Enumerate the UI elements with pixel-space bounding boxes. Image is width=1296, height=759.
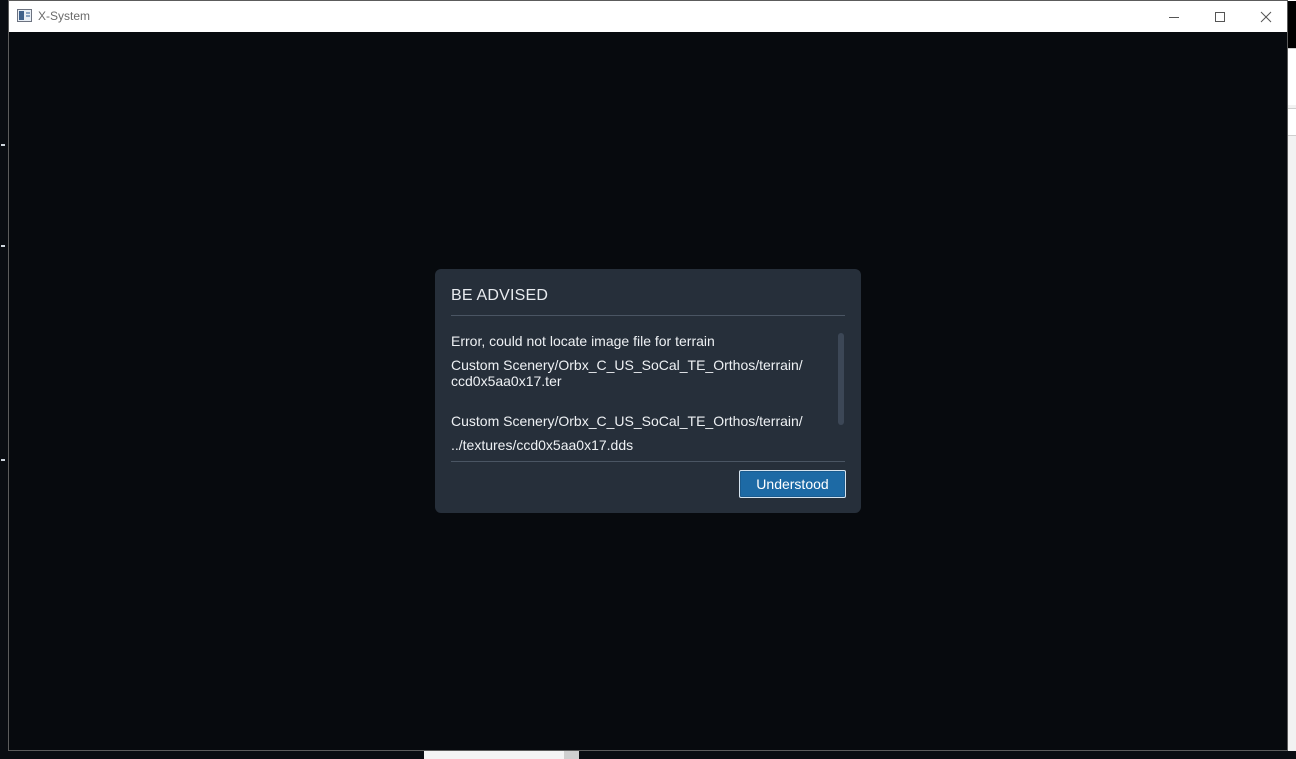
window-title: X-System <box>38 9 91 23</box>
desktop-fragment <box>1 245 5 247</box>
desktop-background-right <box>1288 0 1296 759</box>
title-bar[interactable]: X-System <box>9 1 1287 32</box>
desktop-background-bottom <box>0 751 1296 759</box>
maximize-button[interactable] <box>1197 1 1243 32</box>
viewport: BE ADVISED Error, could not locate image… <box>9 32 1287 750</box>
message-line: ../textures/ccd0x5aa0x17.dds <box>451 437 634 453</box>
minimize-icon <box>1169 16 1179 18</box>
understood-button[interactable]: Understood <box>739 470 846 498</box>
app-icon <box>17 9 32 22</box>
background-window-fragment <box>424 751 579 759</box>
desktop-fragment <box>1288 0 1296 48</box>
close-icon <box>1260 11 1272 22</box>
app-window: X-System BE ADVISED Error, could not loc… <box>8 0 1288 751</box>
close-button[interactable] <box>1243 1 1289 32</box>
minimize-button[interactable] <box>1151 1 1197 32</box>
desktop-fragment <box>1288 48 1296 105</box>
message-line: Custom Scenery/Orbx_C_US_SoCal_TE_Orthos… <box>451 413 803 429</box>
message-body[interactable]: Error, could not locate image file for t… <box>451 331 831 461</box>
message-line: ccd0x5aa0x17.ter <box>451 373 562 389</box>
message-line: Error, could not locate image file for t… <box>451 333 715 349</box>
divider <box>451 315 845 316</box>
message-scrollbar[interactable] <box>838 333 844 425</box>
background-scrollbar <box>564 751 579 759</box>
desktop-fragment <box>1288 108 1296 136</box>
dialog-title: BE ADVISED <box>451 287 549 304</box>
message-line: Custom Scenery/Orbx_C_US_SoCal_TE_Orthos… <box>451 357 803 373</box>
divider <box>451 461 845 462</box>
desktop-background-left <box>0 0 8 759</box>
desktop-fragment <box>1 459 5 461</box>
advisory-dialog: BE ADVISED Error, could not locate image… <box>435 269 861 513</box>
desktop-fragment <box>1 144 5 146</box>
maximize-icon <box>1215 11 1225 22</box>
